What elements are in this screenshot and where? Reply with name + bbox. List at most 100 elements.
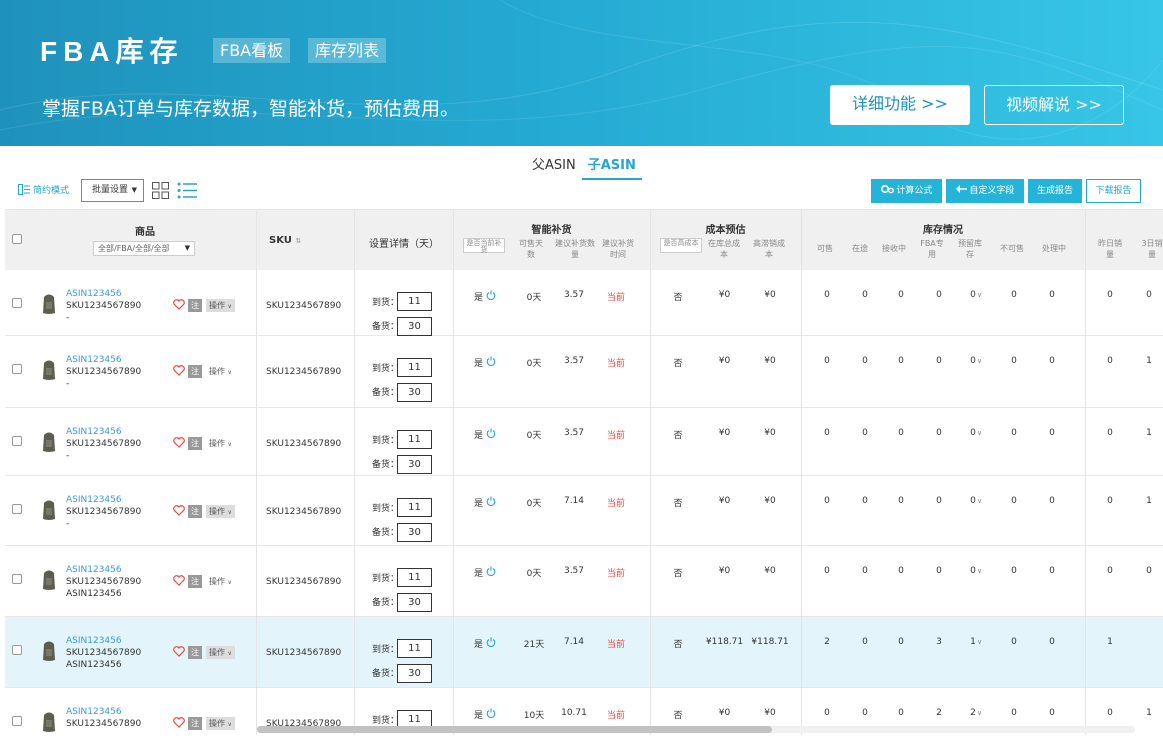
stock-days-input[interactable]: 30 — [397, 523, 432, 542]
asin-link[interactable]: ASIN123456 — [66, 355, 122, 365]
grid-view-icon[interactable] — [152, 182, 169, 199]
col-suggest-time[interactable]: 建议补货时间 — [601, 238, 635, 260]
table-row[interactable]: ASIN123456 SKU1234567890 - 注操作 ∨ SKU12345678… — [5, 408, 1163, 476]
arrival-days-input[interactable]: 11 — [397, 430, 432, 449]
favorite-heart-icon[interactable] — [173, 365, 185, 376]
asin-link[interactable]: ASIN123456 — [66, 707, 122, 717]
chevron-down-icon[interactable]: ∨ — [977, 709, 982, 717]
stock-days-input[interactable]: 30 — [397, 383, 432, 402]
video-explain-button[interactable]: 视频解说 >> — [984, 85, 1124, 125]
product-thumbnail[interactable] — [41, 359, 57, 381]
chevron-down-icon[interactable]: ∨ — [977, 638, 982, 646]
row-checkbox[interactable] — [12, 645, 22, 655]
chevron-down-icon[interactable]: ∨ — [977, 291, 982, 299]
row-checkbox[interactable] — [12, 298, 22, 308]
power-icon[interactable] — [486, 566, 496, 576]
scrollbar-thumb[interactable] — [257, 726, 772, 733]
col-sellable-days[interactable]: 可售天数 — [516, 238, 546, 260]
operation-dropdown[interactable]: 操作 ∨ — [206, 437, 235, 450]
select-all-checkbox[interactable] — [12, 234, 22, 244]
row-checkbox[interactable] — [12, 436, 22, 446]
power-icon[interactable] — [486, 290, 496, 300]
asin-link[interactable]: ASIN123456 — [66, 636, 122, 646]
col-transit[interactable]: 在途 — [845, 243, 875, 254]
batch-settings-select[interactable]: 批量设置 ▼ — [81, 179, 144, 202]
note-badge[interactable]: 注 — [188, 575, 202, 588]
note-badge[interactable]: 注 — [188, 505, 202, 518]
table-row[interactable]: ASIN123456 SKU1234567890 ASIN123456 注操作 ∨ SK… — [5, 546, 1163, 617]
operation-dropdown[interactable]: 操作 ∨ — [206, 505, 235, 518]
stock-days-input[interactable]: 30 — [397, 593, 432, 612]
stock-days-input[interactable]: 30 — [397, 317, 432, 336]
col-reserved[interactable]: 预留库存 — [957, 238, 983, 260]
tab-inventory-list[interactable]: 库存列表 — [308, 38, 387, 63]
asin-link[interactable]: ASIN123456 — [66, 565, 122, 575]
row-checkbox[interactable] — [12, 574, 22, 584]
horizontal-scrollbar[interactable] — [257, 726, 1135, 733]
col-total-cost[interactable]: 在库总成本 — [708, 238, 740, 260]
note-badge[interactable]: 注 — [188, 437, 202, 450]
calc-formula-button[interactable]: 计算公式 — [871, 179, 942, 203]
note-badge[interactable]: 注 — [188, 365, 202, 378]
asin-link[interactable]: ASIN123456 — [66, 289, 122, 299]
tab-parent-asin[interactable]: 父ASIN — [526, 156, 582, 180]
tab-fba-board[interactable]: FBA看板 — [213, 38, 291, 63]
col-3day-sales[interactable]: 3日销量 — [1140, 238, 1163, 260]
note-badge[interactable]: 注 — [188, 646, 202, 659]
row-checkbox[interactable] — [12, 364, 22, 374]
col-sku[interactable]: SKU ⇅ — [269, 235, 301, 246]
is-current-replenish-select[interactable]: 是否当前补货 — [463, 238, 505, 254]
col-suggest-qty[interactable]: 建议补货数量 — [555, 238, 595, 260]
product-thumbnail[interactable] — [41, 711, 57, 733]
row-checkbox[interactable] — [12, 504, 22, 514]
chevron-down-icon[interactable]: ∨ — [977, 429, 982, 437]
tab-child-asin[interactable]: 子ASIN — [581, 156, 642, 180]
product-thumbnail[interactable] — [41, 569, 57, 591]
operation-dropdown[interactable]: 操作 ∨ — [206, 717, 235, 730]
list-view-icon[interactable] — [177, 182, 197, 199]
col-fba-only[interactable]: FBA专用 — [919, 238, 945, 260]
product-filter-select[interactable]: 全部/FBA/全部/全部 ▼ — [93, 241, 195, 256]
power-icon[interactable] — [486, 356, 496, 366]
power-icon[interactable] — [486, 428, 496, 438]
power-icon[interactable] — [486, 496, 496, 506]
custom-fields-button[interactable]: 自定义字段 — [946, 179, 1024, 203]
high-cost-select[interactable]: 是否高成本 — [660, 238, 702, 253]
table-row[interactable]: ASIN123456 SKU1234567890 - 注操作 ∨ SKU12345678… — [5, 336, 1163, 408]
operation-dropdown[interactable]: 操作 ∨ — [206, 299, 235, 312]
product-thumbnail[interactable] — [41, 431, 57, 453]
product-thumbnail[interactable] — [41, 499, 57, 521]
asin-link[interactable]: ASIN123456 — [66, 427, 122, 437]
asin-link[interactable]: ASIN123456 — [66, 495, 122, 505]
favorite-heart-icon[interactable] — [173, 505, 185, 516]
operation-dropdown[interactable]: 操作 ∨ — [206, 646, 235, 659]
note-badge[interactable]: 注 — [188, 717, 202, 730]
operation-dropdown[interactable]: 操作 ∨ — [206, 575, 235, 588]
table-row[interactable]: ASIN123456 SKU1234567890 ASIN123456 注操作 ∨ SK… — [5, 617, 1163, 688]
arrival-days-input[interactable]: 11 — [397, 292, 432, 311]
col-receiving[interactable]: 接收中 — [877, 243, 911, 254]
chevron-down-icon[interactable]: ∨ — [977, 357, 982, 365]
operation-dropdown[interactable]: 操作 ∨ — [206, 365, 235, 378]
arrival-days-input[interactable]: 11 — [397, 498, 432, 517]
download-report-button[interactable]: 下载报告 — [1086, 179, 1141, 203]
favorite-heart-icon[interactable] — [173, 646, 185, 657]
stock-days-input[interactable]: 30 — [397, 664, 432, 683]
product-thumbnail[interactable] — [41, 640, 57, 662]
note-badge[interactable]: 注 — [188, 299, 202, 312]
table-row[interactable]: ASIN123456 SKU1234567890 - 注操作 ∨ SKU12345678… — [5, 476, 1163, 546]
chevron-down-icon[interactable]: ∨ — [977, 497, 982, 505]
favorite-heart-icon[interactable] — [173, 299, 185, 310]
col-sellable[interactable]: 可售 — [810, 243, 840, 254]
power-icon[interactable] — [486, 708, 496, 718]
arrival-days-input[interactable]: 11 — [397, 568, 432, 587]
table-row[interactable]: ASIN123456 SKU1234567890 - 注操作 ∨ SKU12345678… — [5, 270, 1163, 336]
chevron-down-icon[interactable]: ∨ — [977, 567, 982, 575]
arrival-days-input[interactable]: 11 — [397, 358, 432, 377]
simple-mode-toggle[interactable]: 简约模式 — [18, 183, 69, 196]
favorite-heart-icon[interactable] — [173, 575, 185, 586]
arrival-days-input[interactable]: 11 — [397, 639, 432, 658]
power-icon[interactable] — [486, 637, 496, 647]
col-stale-cost[interactable]: 高滞销成本 — [753, 238, 785, 260]
col-yesterday-sales[interactable]: 昨日销量 — [1098, 238, 1122, 260]
